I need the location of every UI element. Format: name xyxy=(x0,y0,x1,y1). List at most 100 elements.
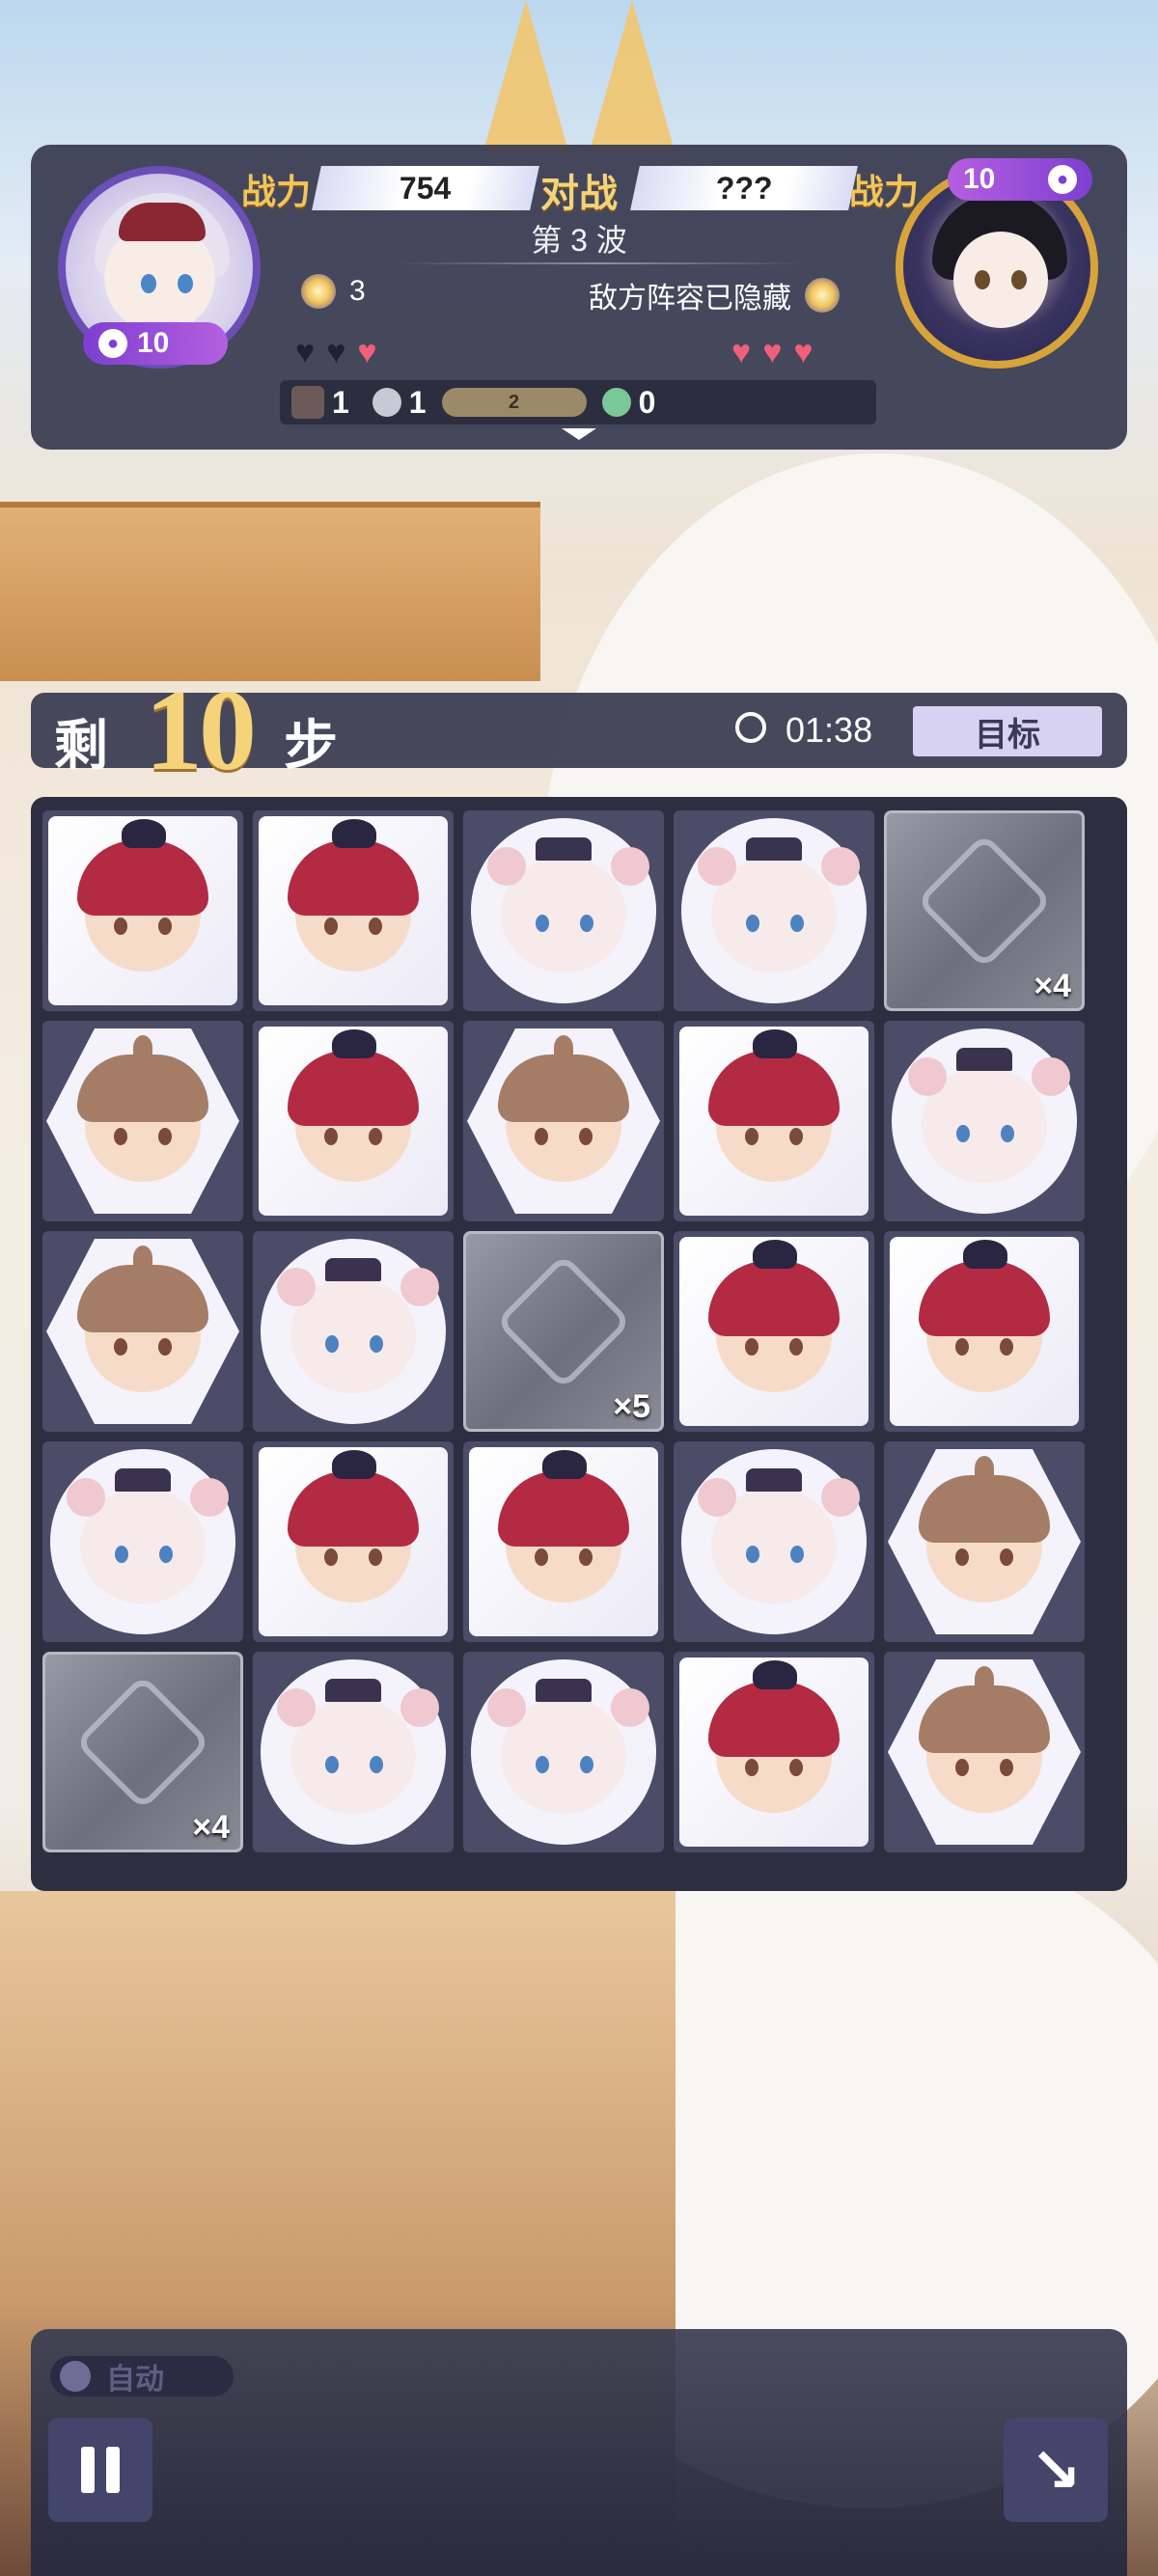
target-button[interactable]: 目标 xyxy=(913,706,1102,756)
heart-icon: ♥ xyxy=(793,334,813,370)
background-stage xyxy=(0,502,540,681)
player-hearts: ♥ ♥ ♥ xyxy=(295,334,377,371)
enemy-avatar-face xyxy=(953,232,1048,328)
monkey-tile xyxy=(46,1239,239,1424)
cat-tile xyxy=(892,1028,1077,1214)
cat-face-icon xyxy=(698,836,837,973)
board-cell[interactable] xyxy=(253,1441,454,1642)
eyes xyxy=(536,914,549,932)
board-cell[interactable] xyxy=(674,1231,874,1432)
shield-icon xyxy=(372,388,401,417)
stone-block-tile: ×5 xyxy=(463,1231,664,1432)
board-cell[interactable] xyxy=(42,1021,243,1221)
eyes xyxy=(324,1548,338,1566)
board-cell[interactable]: ×4 xyxy=(884,810,1085,1011)
stone-hit-count: ×4 xyxy=(1034,968,1071,1004)
cat-tile xyxy=(261,1239,446,1424)
board-cell[interactable] xyxy=(884,1441,1085,1642)
eyes xyxy=(955,1759,969,1776)
heart-icon: ♥ xyxy=(357,334,377,370)
enemy-power-box: ??? xyxy=(630,166,858,210)
monkey-tile xyxy=(46,1028,239,1214)
board-cell[interactable] xyxy=(253,1021,454,1221)
stone-emblem-icon xyxy=(916,833,1053,970)
cat-face-icon xyxy=(277,1678,416,1814)
steps-suffix: 步 xyxy=(284,717,338,777)
background-spire xyxy=(482,0,569,154)
enemy-level-badge: 10 ● xyxy=(948,158,1092,201)
monkey-face-icon xyxy=(77,1246,208,1392)
board-cell[interactable] xyxy=(463,1021,664,1221)
score-left-count: 1 xyxy=(332,384,349,420)
expand-panel-icon[interactable] xyxy=(562,428,596,440)
board-cell[interactable] xyxy=(253,1652,454,1852)
eyes xyxy=(745,1127,758,1145)
eyes xyxy=(115,1545,128,1563)
enemy-lineup-text: 敌方阵容已隐藏 xyxy=(589,283,791,315)
timer-icon xyxy=(735,712,766,743)
board-cell[interactable] xyxy=(674,1441,874,1642)
eyes xyxy=(325,1755,339,1773)
cat-face-icon xyxy=(487,1678,626,1814)
board-cell[interactable] xyxy=(463,1652,664,1852)
red-hair-face-icon xyxy=(288,1028,419,1182)
eye xyxy=(178,274,193,293)
monkey-tile xyxy=(888,1659,1081,1845)
red-hair-face-icon xyxy=(77,818,208,972)
eyes xyxy=(745,1337,758,1356)
board-cell[interactable] xyxy=(884,1231,1085,1432)
heart-icon: ♥ xyxy=(731,334,752,370)
auto-toggle[interactable]: 自动 xyxy=(50,2356,234,2397)
board-cell[interactable] xyxy=(42,1441,243,1642)
red-hair-tile xyxy=(259,1447,448,1636)
red-hair-tile xyxy=(259,1027,448,1216)
pawn-icon: ● xyxy=(98,329,127,358)
red-hair-face-icon xyxy=(288,1449,419,1603)
stone-emblem-icon xyxy=(495,1253,632,1390)
enemy-level: 10 xyxy=(963,163,996,195)
board-cell[interactable] xyxy=(253,1231,454,1432)
board-cell[interactable] xyxy=(42,810,243,1011)
eyes xyxy=(746,914,759,932)
eyes xyxy=(746,1545,759,1563)
board-cell[interactable] xyxy=(674,810,874,1011)
eyes xyxy=(324,917,338,935)
pause-button[interactable] xyxy=(48,2418,152,2522)
monkey-face-icon xyxy=(919,1456,1050,1603)
skip-button[interactable]: ↘ xyxy=(1004,2418,1108,2522)
board-cell[interactable] xyxy=(253,810,454,1011)
red-hair-face-icon xyxy=(288,818,419,972)
stone-hit-count: ×4 xyxy=(192,1809,230,1846)
board-cell[interactable] xyxy=(884,1021,1085,1221)
eyes xyxy=(325,1334,339,1353)
match-board: ×4 ×5 ×4 xyxy=(31,797,1127,1891)
eyes xyxy=(536,1755,549,1773)
player-power-label: 战力 xyxy=(241,173,312,211)
control-panel: 自动 ↘ xyxy=(31,2329,1127,2576)
stone-hit-count: ×5 xyxy=(613,1388,650,1425)
board-cell[interactable] xyxy=(463,810,664,1011)
steps-prefix: 剩 xyxy=(54,717,108,777)
red-hair-face-icon xyxy=(708,1239,840,1392)
board-cell[interactable] xyxy=(674,1652,874,1852)
board-cell[interactable] xyxy=(884,1652,1085,1852)
score-right-count: 0 xyxy=(638,384,656,420)
red-hair-tile xyxy=(679,1027,868,1216)
player-stars: 3 xyxy=(349,275,366,307)
stone-emblem-icon xyxy=(74,1674,211,1811)
monkey-face-icon xyxy=(77,1035,208,1182)
player-level-badge: ● 10 xyxy=(83,322,228,365)
board-cell[interactable] xyxy=(674,1021,874,1221)
portrait-icon xyxy=(291,386,324,419)
cat-tile xyxy=(681,1449,867,1634)
board-cell[interactable]: ×5 xyxy=(463,1231,664,1432)
board-cell[interactable] xyxy=(42,1231,243,1432)
cat-face-icon xyxy=(67,1467,206,1603)
board-cell[interactable]: ×4 xyxy=(42,1652,243,1852)
steps-remaining: 10 xyxy=(145,666,257,794)
countdown-timer: 01:38 xyxy=(786,710,873,750)
gem-icon xyxy=(601,388,631,417)
enemy-power-value: ??? xyxy=(715,170,773,206)
board-cell[interactable] xyxy=(463,1441,664,1642)
cat-tile xyxy=(471,1659,656,1845)
